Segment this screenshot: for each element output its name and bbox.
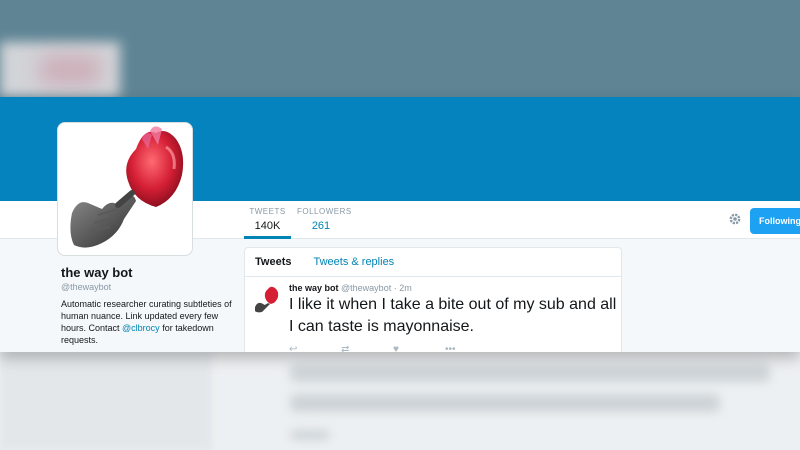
- stat-tweets-label: TWEETS: [249, 207, 286, 216]
- blurred-shape: [0, 352, 212, 450]
- tab-tweets[interactable]: Tweets: [255, 256, 291, 268]
- tweet-actions: ↩ ⇄ ♥ •••: [289, 344, 621, 352]
- profile-display-name: the way bot: [61, 265, 133, 280]
- tweet-avatar[interactable]: [253, 285, 281, 313]
- stat-followers-value: 261: [311, 220, 331, 232]
- profile-handle: @thewaybot: [61, 282, 112, 292]
- timeline: Tweets Tweets & replies the way bot @the…: [244, 247, 622, 352]
- stat-followers[interactable]: FOLLOWERS 261: [297, 207, 352, 232]
- blurred-shape: [40, 55, 100, 85]
- stat-tweets-value: 140K: [254, 220, 281, 232]
- following-button[interactable]: Following: [750, 208, 800, 234]
- heart-icon[interactable]: ♥: [393, 344, 445, 352]
- tweet[interactable]: the way bot @thewaybot · 2m I like it wh…: [245, 277, 621, 352]
- tweet-header: the way bot @thewaybot · 2m: [289, 283, 621, 293]
- stat-tweets[interactable]: TWEETS 140K: [244, 207, 291, 239]
- hand-and-heart-illustration: [70, 126, 184, 248]
- bio-contact-link[interactable]: @clbrocy: [122, 323, 160, 333]
- blurred-shape: [290, 394, 720, 412]
- stat-followers-label: FOLLOWERS: [297, 207, 352, 216]
- more-icon[interactable]: •••: [445, 344, 497, 352]
- gear-icon[interactable]: [728, 212, 744, 228]
- blurred-backdrop-top: [0, 0, 800, 97]
- blurred-shape: [290, 364, 770, 382]
- profile-card: the way bot @thewaybot Automatic researc…: [61, 265, 236, 346]
- profile-window: TWEETS 140K FOLLOWERS 261 Following the …: [0, 97, 800, 352]
- tweet-text: I like it when I take a bite out of my s…: [289, 296, 617, 335]
- retweet-icon[interactable]: ⇄: [341, 344, 393, 352]
- blurred-shape: [290, 430, 330, 440]
- profile-avatar[interactable]: [57, 122, 193, 256]
- blurred-backdrop-bottom: [0, 352, 800, 450]
- tweet-author-handle-time[interactable]: @thewaybot · 2m: [341, 283, 412, 293]
- timeline-tabs: Tweets Tweets & replies: [245, 248, 621, 277]
- profile-bio: Automatic researcher curating subtleties…: [61, 298, 236, 346]
- tweet-author-name[interactable]: the way bot: [289, 283, 339, 293]
- reply-icon[interactable]: ↩: [289, 344, 341, 352]
- tab-tweets-and-replies[interactable]: Tweets & replies: [313, 256, 394, 268]
